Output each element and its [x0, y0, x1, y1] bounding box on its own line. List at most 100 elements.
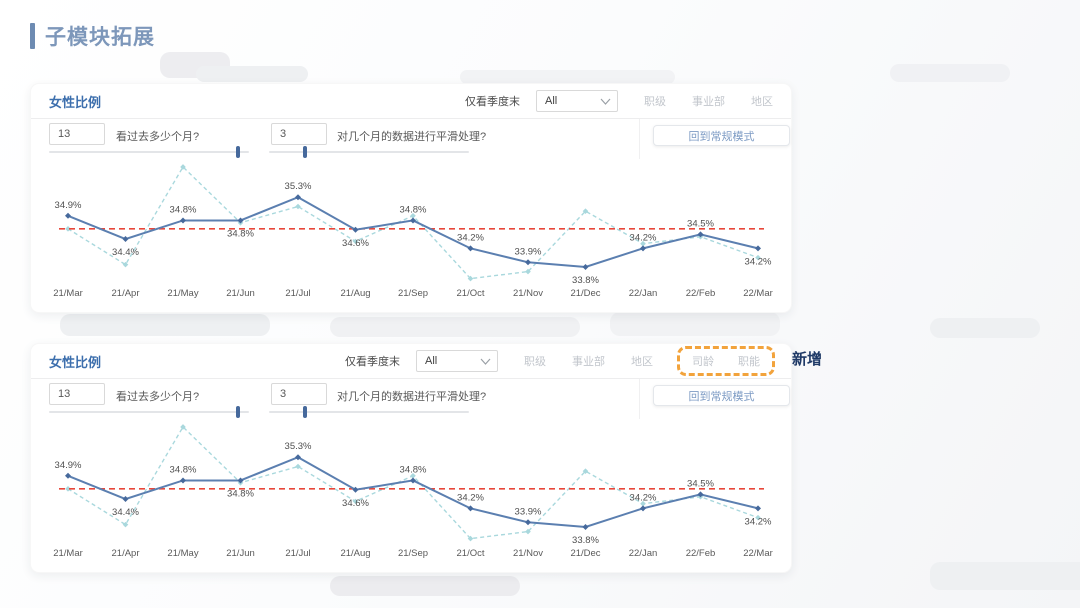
x-axis-label: 21/Mar: [53, 548, 83, 559]
new-tabs-highlight-box: 司龄 职能: [677, 346, 775, 376]
x-axis-label: 21/Apr: [112, 548, 140, 559]
lookback-slider[interactable]: [49, 411, 249, 413]
smoothing-months-input[interactable]: [271, 383, 327, 405]
x-axis-label: 21/Dec: [570, 548, 600, 559]
lookback-slider[interactable]: [49, 151, 249, 153]
data-label: 34.6%: [342, 498, 369, 509]
page-title-text: 子模块拓展: [45, 21, 155, 51]
background-shape: [610, 312, 780, 336]
data-label: 33.9%: [515, 506, 542, 517]
smoothed-data-point: [123, 496, 129, 502]
x-axis-label: 21/Jun: [226, 548, 255, 559]
title-accent-bar: [30, 23, 35, 49]
smoothing-months-label: 对几个月的数据进行平滑处理?: [337, 128, 486, 144]
background-shape: [60, 314, 270, 336]
data-label: 34.8%: [227, 228, 254, 239]
x-axis-label: 22/Feb: [686, 288, 716, 299]
data-label: 34.8%: [227, 488, 254, 499]
data-label: 34.5%: [687, 478, 714, 489]
data-label: 35.3%: [285, 181, 312, 192]
quarter-end-label: 仅看季度末: [465, 93, 520, 109]
quarter-filter-dropdown[interactable]: All: [536, 90, 618, 112]
lookback-months-input[interactable]: [49, 383, 105, 405]
tab-function[interactable]: 职能: [738, 353, 760, 369]
smoothing-months-input[interactable]: [271, 123, 327, 145]
x-axis-label: 21/Sep: [398, 288, 428, 299]
smoothed-data-point: [525, 519, 531, 525]
tab-tenure[interactable]: 司龄: [692, 353, 714, 369]
header-filters: 仅看季度末 All 职级 事业部 地区 司龄 职能: [345, 350, 773, 372]
header-filters: 仅看季度末 All 职级 事业部 地区: [465, 90, 773, 112]
trend-chart: 34.9%34.4%34.8%34.8%35.3%34.6%34.8%34.2%…: [31, 154, 791, 306]
x-axis-label: 21/Apr: [112, 288, 140, 299]
tab-region[interactable]: 地区: [631, 353, 653, 369]
tab-rank[interactable]: 职级: [524, 353, 546, 369]
chevron-down-icon: [480, 358, 491, 365]
data-label: 34.2%: [630, 492, 657, 503]
tab-rank[interactable]: 职级: [644, 93, 666, 109]
data-label: 35.3%: [285, 441, 312, 452]
panel-title: 女性比例: [49, 352, 101, 371]
data-label: 34.8%: [400, 204, 427, 215]
data-label: 33.8%: [572, 275, 599, 286]
smoothed-data-point: [755, 245, 761, 251]
x-axis-label: 22/Mar: [743, 288, 773, 299]
filter-row: 看过去多少个月? 对几个月的数据进行平滑处理? 回到常规模式: [31, 119, 791, 159]
smoothing-slider[interactable]: [269, 151, 469, 153]
x-axis-label: 21/Dec: [570, 288, 600, 299]
smoothed-data-point: [65, 473, 71, 479]
background-shape: [196, 66, 308, 82]
smoothed-data-point: [583, 524, 589, 530]
background-shape: [460, 70, 675, 84]
data-label: 33.9%: [515, 246, 542, 257]
data-label: 34.5%: [687, 218, 714, 229]
data-label: 33.8%: [572, 535, 599, 546]
x-axis-label: 22/Jan: [629, 288, 658, 299]
dropdown-value: All: [425, 355, 437, 367]
x-axis-label: 21/Aug: [340, 288, 370, 299]
background-shape: [330, 576, 520, 596]
back-to-normal-mode-button[interactable]: 回到常规模式: [653, 385, 790, 406]
tab-region[interactable]: 地区: [751, 93, 773, 109]
data-label: 34.4%: [112, 507, 139, 518]
data-label: 34.8%: [400, 464, 427, 475]
tab-division[interactable]: 事业部: [572, 353, 605, 369]
smoothed-data-point: [755, 505, 761, 511]
x-axis-label: 21/Jun: [226, 288, 255, 299]
x-axis-label: 21/Jul: [285, 548, 310, 559]
x-axis-label: 21/Sep: [398, 548, 428, 559]
x-axis-label: 21/Mar: [53, 288, 83, 299]
female-ratio-panel-extended: 女性比例 仅看季度末 All 职级 事业部 地区 司龄 职能 看过去多少个月? …: [30, 343, 792, 573]
smoothed-data-point: [640, 505, 646, 511]
smoothed-data-point: [525, 259, 531, 265]
dropdown-value: All: [545, 95, 557, 107]
x-axis-label: 21/Jul: [285, 288, 310, 299]
tab-division[interactable]: 事业部: [692, 93, 725, 109]
back-to-normal-mode-button[interactable]: 回到常规模式: [653, 125, 790, 146]
data-label: 34.2%: [457, 232, 484, 243]
new-annotation: 新增: [792, 348, 822, 369]
quarter-filter-dropdown[interactable]: All: [416, 350, 498, 372]
lookback-months-input[interactable]: [49, 123, 105, 145]
data-label: 34.6%: [342, 238, 369, 249]
x-axis-label: 21/May: [167, 288, 198, 299]
page-title: 子模块拓展: [30, 21, 155, 51]
data-label: 34.2%: [745, 256, 772, 267]
data-label: 34.2%: [745, 516, 772, 527]
data-label: 34.2%: [630, 232, 657, 243]
data-label: 34.8%: [170, 204, 197, 215]
smoothed-data-point: [65, 213, 71, 219]
background-shape: [330, 317, 580, 337]
x-axis-label: 21/Nov: [513, 548, 543, 559]
x-axis-label: 22/Feb: [686, 548, 716, 559]
panel-header: 女性比例 仅看季度末 All 职级 事业部 地区: [31, 84, 791, 119]
x-axis-label: 21/Oct: [457, 288, 485, 299]
trend-chart: 34.9%34.4%34.8%34.8%35.3%34.6%34.8%34.2%…: [31, 414, 791, 566]
lookback-months-label: 看过去多少个月?: [116, 388, 199, 404]
smoothed-data-point: [640, 245, 646, 251]
data-label: 34.9%: [55, 200, 82, 211]
background-shape: [890, 64, 1010, 82]
background-shape: [930, 318, 1040, 338]
smoothing-slider[interactable]: [269, 411, 469, 413]
x-axis-label: 22/Jan: [629, 548, 658, 559]
